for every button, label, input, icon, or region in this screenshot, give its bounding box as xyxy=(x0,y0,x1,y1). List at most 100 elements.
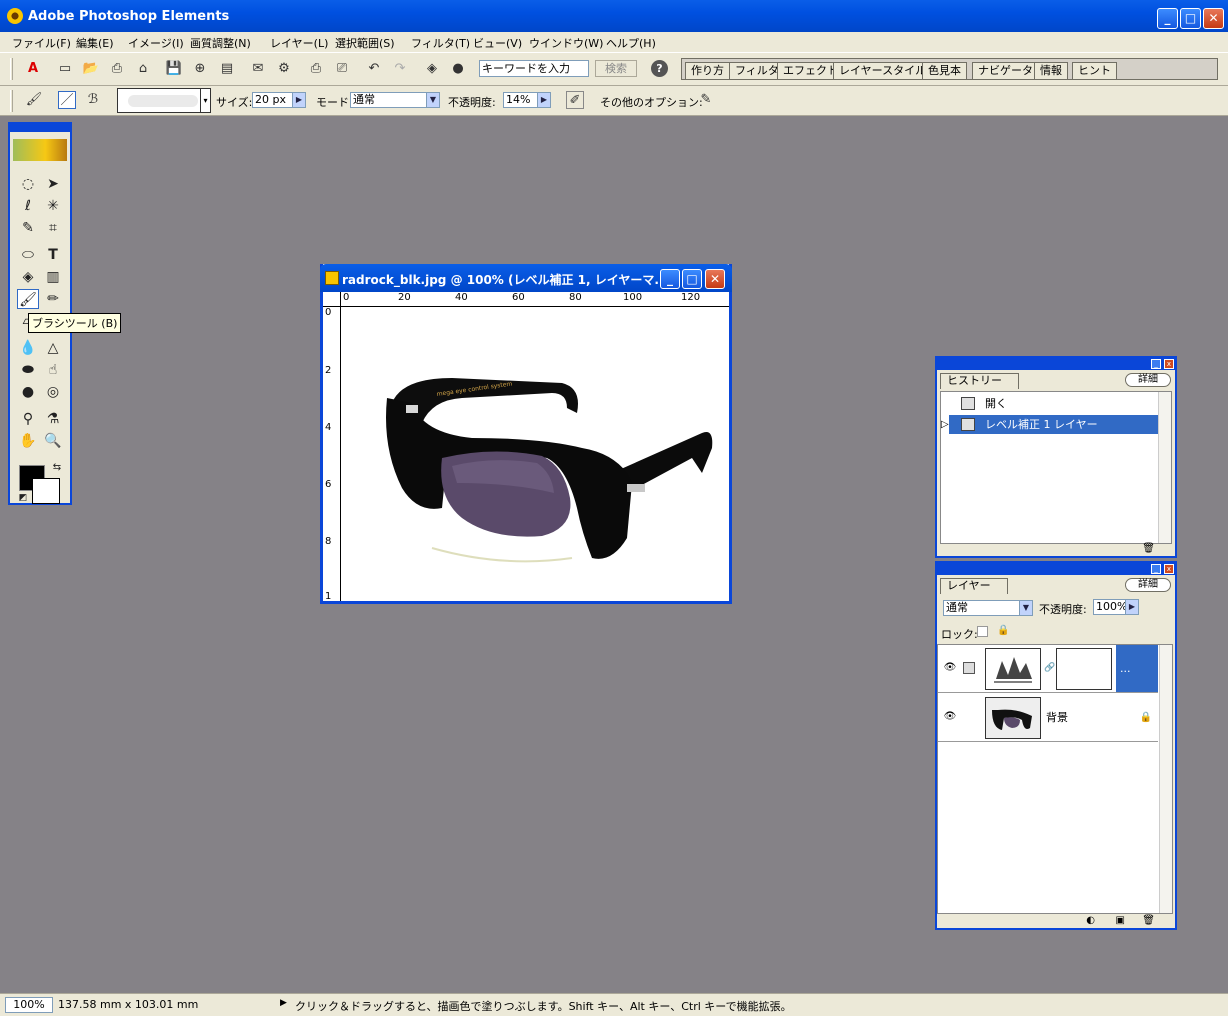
ruler-horizontal[interactable]: 0 20 40 60 80 100 120 xyxy=(341,292,729,307)
hand-tool-icon[interactable]: ✋ xyxy=(17,431,39,451)
chain-link-icon[interactable]: 🔗 xyxy=(1044,663,1055,673)
pdf-icon[interactable]: ▤ xyxy=(218,60,236,78)
layer-opacity-field[interactable]: 100% ▶ xyxy=(1093,599,1139,615)
tab-hints[interactable]: ヒント xyxy=(1072,62,1117,79)
ruler-vertical[interactable]: 0 2 4 6 8 1 xyxy=(323,307,341,602)
sponge-tool-icon[interactable]: ⬬ xyxy=(17,360,39,380)
close-button[interactable]: ✕ xyxy=(1203,8,1224,29)
new-file-icon[interactable]: ▭ xyxy=(56,60,74,78)
brush-picker[interactable]: ▾ xyxy=(117,88,211,113)
import-icon[interactable]: ⎙ xyxy=(108,60,126,78)
selection-brush-tool-icon[interactable]: ✎ xyxy=(17,218,39,238)
attach-email-icon[interactable]: ✉ xyxy=(249,60,267,78)
blend-mode-select[interactable]: 通常 ▼ xyxy=(943,600,1033,616)
menu-filter[interactable]: フィルタ(T) xyxy=(411,35,470,51)
redo-icon[interactable]: ↷ xyxy=(391,60,409,78)
maximize-button[interactable]: □ xyxy=(1180,8,1201,29)
browse-icon[interactable]: ⌂ xyxy=(134,60,152,78)
crop-tool-icon[interactable]: ⌗ xyxy=(42,218,64,238)
magic-wand-tool-icon[interactable]: ✳ xyxy=(42,196,64,216)
layer-mask-link-icon[interactable] xyxy=(963,662,975,674)
trash-icon[interactable]: 🗑 xyxy=(1142,543,1155,554)
swap-colors-icon[interactable]: ⇆ xyxy=(46,458,68,478)
layer-opacity-arrow-icon[interactable]: ▶ xyxy=(1125,600,1138,614)
menu-image[interactable]: イメージ(I) xyxy=(128,35,184,51)
tab-how-to[interactable]: 作り方 xyxy=(685,62,730,79)
toolbar-grip[interactable] xyxy=(10,58,13,80)
tab-layers[interactable]: レイヤー xyxy=(940,578,1008,594)
new-adjustment-layer-icon[interactable]: ◐ xyxy=(1086,915,1095,926)
impressionist-brush-icon[interactable]: ℬ xyxy=(84,91,102,109)
airbrush-icon[interactable]: ✐ xyxy=(566,91,584,109)
panel-close-button[interactable]: x xyxy=(1164,564,1174,574)
sharpen-tool-icon[interactable]: △ xyxy=(42,338,64,358)
print-icon[interactable]: ⎙ xyxy=(307,60,325,78)
online-services-icon[interactable]: ⚙ xyxy=(275,60,293,78)
doc-minimize-button[interactable]: _ xyxy=(660,269,680,289)
eye-icon[interactable]: 👁 xyxy=(943,712,957,722)
options-grip[interactable] xyxy=(10,90,13,112)
clone-stamp-tool-icon[interactable]: ⚲ xyxy=(17,409,39,429)
color-variations-icon[interactable]: ● xyxy=(449,60,467,78)
dodge-tool-icon[interactable]: ● xyxy=(17,382,39,402)
size-field[interactable]: 20 px ▶ xyxy=(252,92,306,108)
menu-window[interactable]: ウインドウ(W) xyxy=(529,35,603,51)
menu-view[interactable]: ビュー(V) xyxy=(473,35,522,51)
menu-select[interactable]: 選択範囲(S) xyxy=(335,35,395,51)
history-item-levels[interactable]: レベル補正 1 レイヤー xyxy=(949,415,1161,434)
tab-layer-styles[interactable]: レイヤースタイル xyxy=(833,62,933,79)
sunglasses-image[interactable]: mega eye control system xyxy=(342,308,729,601)
layer-row-levels[interactable]: 👁 🔗 ... xyxy=(938,645,1158,693)
undo-icon[interactable]: ↶ xyxy=(365,60,383,78)
chevron-down-icon[interactable]: ▼ xyxy=(426,93,439,107)
background-color-swatch[interactable] xyxy=(32,478,60,504)
lock-all-icon[interactable]: 🔒 xyxy=(997,625,1009,636)
size-arrow-icon[interactable]: ▶ xyxy=(292,93,305,107)
default-colors-icon[interactable]: ◩ xyxy=(12,488,34,508)
panel-close-button[interactable]: x xyxy=(1164,359,1174,369)
search-button[interactable]: 検索 xyxy=(595,60,637,77)
brush-tool-preset-icon[interactable]: 🖌 xyxy=(25,91,43,109)
doc-maximize-button[interactable]: □ xyxy=(682,269,702,289)
quick-fix-icon[interactable]: ◈ xyxy=(423,60,441,78)
menu-edit[interactable]: 編集(E) xyxy=(76,35,114,51)
save-icon[interactable]: 💾 xyxy=(165,60,183,78)
tab-swatches[interactable]: 色見本 xyxy=(922,62,967,79)
eye-icon[interactable]: 👁 xyxy=(943,663,957,673)
layers-more-button[interactable]: 詳細 xyxy=(1125,578,1171,592)
history-scrollbar[interactable] xyxy=(1158,392,1171,543)
tab-info[interactable]: 情報 xyxy=(1034,62,1068,79)
menu-layer[interactable]: レイヤー(L) xyxy=(270,35,328,51)
burn-tool-icon[interactable]: ◎ xyxy=(42,382,64,402)
search-input[interactable]: キーワードを入力 xyxy=(479,60,589,77)
shape-tool-icon[interactable]: ⬭ xyxy=(17,245,39,265)
opacity-arrow-icon[interactable]: ▶ xyxy=(537,93,550,107)
gradient-tool-icon[interactable]: ▥ xyxy=(42,267,64,287)
ruler-origin[interactable] xyxy=(323,292,341,307)
blur-tool-icon[interactable]: 💧 xyxy=(17,338,39,358)
status-menu-arrow-icon[interactable]: ▶ xyxy=(280,998,287,1008)
menu-help[interactable]: ヘルプ(H) xyxy=(606,35,656,51)
zoom-field[interactable]: 100% xyxy=(5,997,53,1013)
smudge-tool-icon[interactable]: ☝ xyxy=(42,360,64,380)
menu-file[interactable]: ファイル(F) xyxy=(12,35,71,51)
lock-transparency-checkbox[interactable] xyxy=(977,626,988,637)
opacity-field[interactable]: 14% ▶ xyxy=(503,92,551,108)
layers-scrollbar[interactable] xyxy=(1159,645,1172,913)
history-more-button[interactable]: 詳細 xyxy=(1125,373,1171,387)
doc-close-button[interactable]: ✕ xyxy=(705,269,725,289)
mode-select[interactable]: 通常 ▼ xyxy=(350,92,440,108)
save-web-icon[interactable]: ⊕ xyxy=(191,60,209,78)
brush-mode-icon[interactable]: ／ xyxy=(58,91,76,109)
eyedropper-tool-icon[interactable]: ⚗ xyxy=(42,409,64,429)
layer-row-background[interactable]: 👁 背景 🔒 xyxy=(938,694,1158,742)
minimize-button[interactable]: _ xyxy=(1157,8,1178,29)
tab-navigator[interactable]: ナビゲータ xyxy=(972,62,1039,79)
brush-tool-icon[interactable]: 🖌 xyxy=(17,289,39,309)
type-tool-icon[interactable]: T xyxy=(42,245,64,265)
adobe-logo-icon[interactable]: A xyxy=(24,60,42,78)
move-tool-icon[interactable]: ➤ xyxy=(42,174,64,194)
menu-enhance[interactable]: 画質調整(N) xyxy=(190,35,251,51)
panel-minimize-button[interactable]: _ xyxy=(1151,564,1161,574)
open-file-icon[interactable]: 📂 xyxy=(82,60,100,78)
